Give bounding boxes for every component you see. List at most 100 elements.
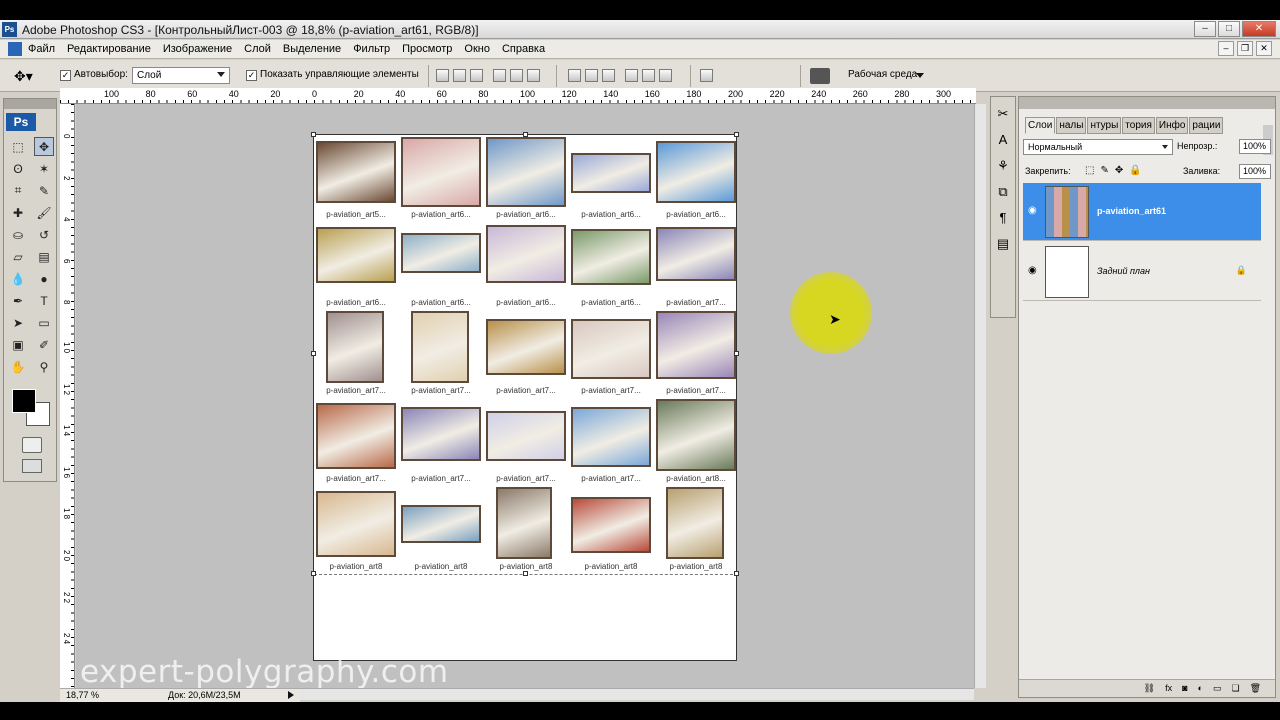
canvas-area[interactable]: p-aviation_art5... p-aviation_art6... p-av…	[76, 104, 974, 688]
menu-item[interactable]: Слой	[244, 43, 271, 55]
align-hcenter-icon[interactable]	[510, 69, 523, 82]
hand-tool-icon[interactable]: ✋	[8, 357, 28, 376]
menu-item[interactable]: Выделение	[283, 43, 341, 55]
character-icon[interactable]: A	[994, 131, 1012, 149]
workspace-chevron-down-icon[interactable]	[916, 73, 924, 78]
distribute-bottom-icon[interactable]	[602, 69, 615, 82]
panel-grip[interactable]	[1019, 97, 1275, 109]
foreground-color-swatch[interactable]	[12, 389, 36, 413]
type-tool-icon[interactable]: T	[34, 291, 54, 310]
layer-row[interactable]: ◉ p-aviation_art61	[1023, 183, 1261, 241]
distribute-right-icon[interactable]	[659, 69, 672, 82]
vertical-ruler[interactable]: 0 2 4 6 8 1 0 1 2 1 4 1 6 1 8 2 0 2 2 2 4	[60, 104, 75, 689]
horizontal-ruler[interactable]: 100 80 60 40 20 0 20 40 60 80 100 120 140 160 180 200 22…	[60, 88, 976, 104]
distribute-hcenter-icon[interactable]	[642, 69, 655, 82]
gradient-tool-icon[interactable]: ▤	[34, 247, 54, 266]
align-left-icon[interactable]	[493, 69, 506, 82]
vertical-scrollbar[interactable]	[974, 104, 986, 688]
blend-mode-select[interactable]: Нормальный	[1023, 139, 1173, 155]
link-layers-icon[interactable]: ⛓	[1144, 683, 1155, 694]
status-menu-arrow-icon[interactable]	[288, 691, 294, 699]
autoselect-checkbox[interactable]: ✓	[60, 70, 71, 81]
doc-minimize-button[interactable]: –	[1218, 41, 1234, 56]
lock-position-icon[interactable]: ✥	[1115, 165, 1123, 176]
pen-tool-icon[interactable]: ✒	[8, 291, 28, 310]
blur-tool-icon[interactable]: 💧	[8, 269, 28, 288]
document-canvas[interactable]: p-aviation_art5... p-aviation_art6... p-av…	[311, 132, 739, 661]
brush-tool-icon[interactable]: 🖌	[34, 203, 54, 222]
panel-tab[interactable]: Слои	[1025, 117, 1056, 134]
toolbox-logo[interactable]: Ps	[6, 113, 36, 131]
menu-item[interactable]: Окно	[464, 43, 490, 55]
history-brush-tool-icon[interactable]: ↺	[34, 225, 54, 244]
align-top-icon[interactable]	[436, 69, 449, 82]
panel-tab[interactable]: рации	[1189, 117, 1224, 134]
show-controls-checkbox[interactable]: ✓	[246, 70, 257, 81]
new-group-icon[interactable]: ▭	[1213, 683, 1222, 694]
eyedropper-tool-icon[interactable]: ✐	[34, 335, 54, 354]
healing-brush-tool-icon[interactable]: ✚	[8, 203, 28, 222]
layer-style-icon[interactable]: fx	[1165, 683, 1172, 694]
bridge-icon[interactable]	[810, 68, 830, 84]
path-selection-tool-icon[interactable]: ➤	[8, 313, 28, 332]
eye-icon[interactable]: ◉	[1028, 205, 1037, 216]
close-button[interactable]: ✕	[1242, 21, 1276, 37]
brushes-icon[interactable]: ⚘	[994, 157, 1012, 175]
move-tool-icon[interactable]: ✥	[34, 137, 54, 156]
autoselect-select[interactable]: Слой	[132, 67, 230, 84]
doc-close-button[interactable]: ✕	[1256, 41, 1272, 56]
slice-tool-icon[interactable]: ✎	[34, 181, 54, 200]
document-icon[interactable]	[8, 42, 22, 56]
menu-item[interactable]: Изображение	[163, 43, 232, 55]
lock-pixels-icon[interactable]: ✎	[1100, 165, 1108, 176]
align-vcenter-icon[interactable]	[453, 69, 466, 82]
zoom-level[interactable]: 18,77 %	[66, 690, 99, 700]
doc-restore-button[interactable]: ❐	[1237, 41, 1253, 56]
marquee-tool-icon[interactable]: ⬚	[8, 137, 28, 156]
eraser-tool-icon[interactable]: ▱	[8, 247, 28, 266]
distribute-left-icon[interactable]	[625, 69, 638, 82]
lock-all-icon[interactable]: 🔒	[1129, 165, 1141, 176]
crop-tool-icon[interactable]: ⌗	[8, 181, 28, 200]
notes-tool-icon[interactable]: ▣	[8, 335, 28, 354]
eye-icon[interactable]: ◉	[1028, 265, 1037, 276]
delete-layer-icon[interactable]: 🗑	[1250, 683, 1261, 694]
quick-mask-icon[interactable]	[22, 437, 42, 453]
menu-item[interactable]: Редактирование	[67, 43, 151, 55]
lasso-tool-icon[interactable]: ʘ	[8, 159, 28, 178]
paragraph-icon[interactable]: ¶	[994, 209, 1012, 227]
transform-handle[interactable]	[734, 132, 739, 137]
panel-tab[interactable]: налы	[1056, 117, 1087, 134]
layer-comps-icon[interactable]: ▤	[994, 235, 1012, 253]
zoom-tool-icon[interactable]: ⚲	[34, 357, 54, 376]
layer-row[interactable]: ◉ Задний план 🔒	[1023, 243, 1261, 301]
transform-handle[interactable]	[734, 351, 739, 356]
workspace-label[interactable]: Рабочая среда	[848, 69, 917, 80]
magic-wand-tool-icon[interactable]: ✶	[34, 159, 54, 178]
menu-item[interactable]: Просмотр	[402, 43, 452, 55]
shape-tool-icon[interactable]: ▭	[34, 313, 54, 332]
auto-align-layers-icon[interactable]	[700, 69, 713, 82]
adjustment-layer-icon[interactable]: ◐	[1198, 683, 1203, 694]
transform-handle[interactable]	[311, 132, 316, 137]
layer-name[interactable]: p-aviation_art61	[1097, 206, 1166, 216]
transform-handle[interactable]	[523, 571, 528, 576]
menu-item[interactable]: Справка	[502, 43, 545, 55]
panel-tab[interactable]: тория	[1122, 117, 1155, 134]
maximize-button[interactable]: □	[1218, 21, 1240, 37]
transform-handle[interactable]	[734, 571, 739, 576]
minimize-button[interactable]: –	[1194, 21, 1216, 37]
menu-item[interactable]: Фильтр	[353, 43, 390, 55]
tools-preset-icon[interactable]: ✂	[994, 105, 1012, 123]
transform-handle[interactable]	[311, 571, 316, 576]
panel-tab[interactable]: нтуры	[1087, 117, 1122, 134]
fill-field[interactable]: 100%	[1239, 164, 1271, 179]
opacity-field[interactable]: 100%	[1239, 139, 1271, 154]
align-right-icon[interactable]	[527, 69, 540, 82]
distribute-top-icon[interactable]	[568, 69, 581, 82]
panel-tab[interactable]: Инфо	[1155, 117, 1189, 134]
new-layer-icon[interactable]: ❏	[1231, 683, 1239, 694]
clone-stamp-tool-icon[interactable]: ⛀	[8, 225, 28, 244]
lock-transparency-icon[interactable]: ⬚	[1085, 165, 1094, 176]
screen-mode-icon[interactable]	[22, 459, 42, 473]
